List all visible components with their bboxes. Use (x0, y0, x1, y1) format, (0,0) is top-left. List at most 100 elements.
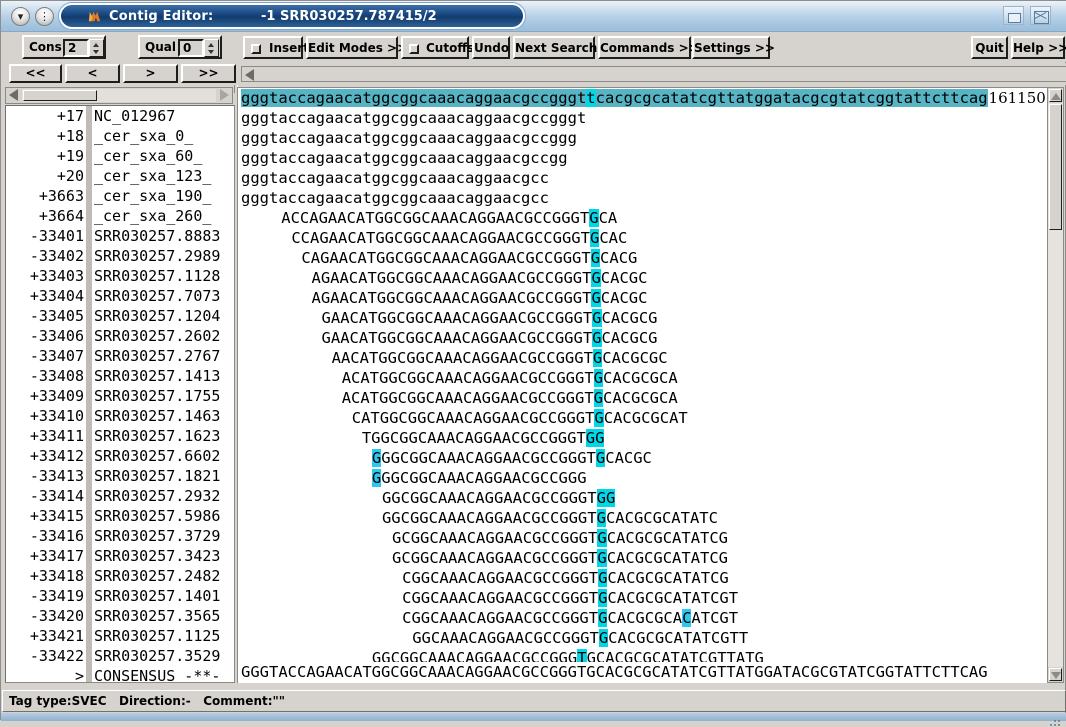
sequence-row[interactable]: gggtaccagaacatggcggcaaacaggaacgcc (238, 188, 549, 208)
consensus-sequence-row[interactable]: GGGTACCAGAACATGGCGGCAAACAGGAACGCCGGGTGCA… (238, 662, 1047, 682)
nav-first-button[interactable]: << (9, 64, 62, 83)
vscroll-up-arrow[interactable] (1049, 89, 1062, 102)
reading-name-row[interactable]: +19 _cer_sxa_60_ (6, 146, 234, 166)
reading-name-row[interactable]: -33402 SRR030257.2989 (6, 246, 234, 266)
qual-spin-arrows[interactable] (204, 39, 219, 57)
reading-name-row[interactable]: +17 NC_012967 (6, 106, 234, 126)
reading-name-row[interactable]: -33406 SRR030257.2602 (6, 326, 234, 346)
sequence-horizontal-scrollbar[interactable] (237, 63, 1066, 85)
sequence-segment: CACGC (600, 269, 648, 287)
sequence-row[interactable]: ACATGGCGGCAAACAGGAACGCCGGGTGCACGCGCA (238, 388, 678, 408)
reading-name-row[interactable]: -33416 SRR030257.3729 (6, 526, 234, 546)
sequence-alignment-panel[interactable]: 1610801610901611001611101611201611301611… (237, 87, 1047, 683)
consensus-cutoff-stepper[interactable]: Cons 2 (22, 35, 106, 59)
sequence-segment: CACGCGC (602, 349, 668, 367)
edit-modes-menu-button[interactable]: Edit Modes >> (306, 36, 407, 59)
quality-cutoff-stepper[interactable]: Qual 0 (138, 35, 222, 59)
sequence-row[interactable]: CGGCAAACAGGAACGCCGGGTGCACGCGCATATCGT (238, 588, 738, 608)
sequence-row[interactable]: AGAACATGGCGGCAAACAGGAACGCCGGGTGCACGC (238, 288, 647, 308)
vertical-scrollbar[interactable] (1047, 87, 1064, 683)
reading-name-row[interactable]: +33417 SRR030257.3423 (6, 546, 234, 566)
insert-checkbox[interactable] (251, 44, 261, 54)
nav-next-button[interactable]: > (123, 64, 178, 83)
sequence-row[interactable]: ACCAGAACATGGCGGCAAACAGGAACGCCGGGTGCA (238, 208, 617, 228)
reading-name-row[interactable]: +18 _cer_sxa_0_ (6, 126, 234, 146)
sequence-row[interactable]: GGGCGGCAAACAGGAACGCCGGGTGCACGC (238, 448, 652, 468)
reading-name-row[interactable]: +33404 SRR030257.7073 (6, 286, 234, 306)
sequence-scroll-left-icon[interactable] (245, 69, 254, 81)
undo-button[interactable]: Undo (472, 36, 510, 59)
sequence-row[interactable]: TGGCGGCAAACAGGAACGCCGGGTGG (238, 428, 605, 448)
next-search-button[interactable]: Next Search (513, 36, 597, 59)
cutoffs-checkbox[interactable] (409, 44, 419, 54)
hscroll-right-arrow[interactable] (217, 88, 232, 103)
sequence-row[interactable]: CGGCAAACAGGAACGCCGGGTGCACGCGCATATCG (238, 568, 729, 588)
resize-grip-icon[interactable] (1049, 718, 1063, 727)
hscroll-left-arrow[interactable] (6, 88, 21, 103)
quit-button[interactable]: Quit (971, 36, 1008, 59)
reading-name-row[interactable]: +33412 SRR030257.6602 (6, 446, 234, 466)
sequence-row[interactable]: CATGGCGGCAAACAGGAACGCCGGGTGCACGCGCAT (238, 408, 688, 428)
nav-prev-button[interactable]: < (65, 64, 120, 83)
reading-name-row[interactable]: -33401 SRR030257.8883 (6, 226, 234, 246)
sequence-row[interactable]: GAACATGGCGGCAAACAGGAACGCCGGGTGCACGCG (238, 308, 658, 328)
reading-name-row[interactable]: +33403 SRR030257.1128 (6, 266, 234, 286)
close-button[interactable] (1030, 6, 1051, 25)
hscroll-thumb[interactable] (23, 90, 97, 101)
window-menu-button[interactable]: ▾ (11, 7, 30, 26)
reading-name-row[interactable]: +33409 SRR030257.1755 (6, 386, 234, 406)
cons-spin-arrows[interactable] (89, 39, 104, 57)
reading-name-row[interactable]: +33421 SRR030257.1125 (6, 626, 234, 646)
reading-name-row[interactable]: -33419 SRR030257.1401 (6, 586, 234, 606)
sequence-row[interactable]: GGCAAACAGGAACGCCGGGTGCACGCGCATATCGTT (238, 628, 748, 648)
settings-menu-button[interactable]: Settings >> (692, 36, 775, 59)
vscroll-thumb[interactable] (1049, 104, 1062, 230)
sequence-row[interactable]: gggtaccagaacatggcggcaaacaggaacgccgggt (238, 108, 586, 128)
reading-name-row[interactable]: -33413 SRR030257.1821 (6, 466, 234, 486)
reading-name-row[interactable]: +20 _cer_sxa_123_ (6, 166, 234, 186)
sequence-row[interactable]: CCAGAACATGGCGGCAAACAGGAACGCCGGGTGCAC (238, 228, 627, 248)
reading-name-row[interactable]: +33410 SRR030257.1463 (6, 406, 234, 426)
reading-name-row[interactable]: -33414 SRR030257.2932 (6, 486, 234, 506)
vscroll-down-arrow[interactable] (1049, 668, 1062, 681)
cutoffs-toggle[interactable]: Cutoffs (401, 36, 474, 59)
sequence-row[interactable]: CAGAACATGGCGGCAAACAGGAACGCCGGGTGCACG (238, 248, 637, 268)
reading-name-row[interactable]: -33407 SRR030257.2767 (6, 346, 234, 366)
reading-name-row[interactable]: -33420 SRR030257.3565 (6, 606, 234, 626)
reading-names-panel[interactable]: +17 NC_012967 +18 _cer_sxa_0_ +19 _cer_sxa_60… (5, 105, 235, 683)
sequence-row[interactable]: gggtaccagaacatggcggcaaacaggaacgccgg (238, 148, 568, 168)
minimize-button[interactable] (1003, 6, 1024, 25)
sequence-row[interactable]: GGCGGCAAACAGGAACGCCGGGTGG (238, 488, 616, 508)
sequence-row[interactable]: gggtaccagaacatggcggcaaacaggaacgccgggttca… (238, 88, 988, 108)
reading-name-row[interactable]: -33405 SRR030257.1204 (6, 306, 234, 326)
consensus-name-row[interactable]: > CONSENSUS -**- (6, 666, 234, 682)
reading-name-row[interactable]: +33411 SRR030257.1623 (6, 426, 234, 446)
sequence-row[interactable]: GAACATGGCGGCAAACAGGAACGCCGGGTGCACGCG (238, 328, 658, 348)
cons-value[interactable]: 2 (63, 39, 89, 57)
quit-label: Quit (975, 41, 1004, 55)
sequence-row[interactable]: gggtaccagaacatggcggcaaacaggaacgcc (238, 168, 549, 188)
reading-name-row[interactable]: +3663 _cer_sxa_190_ (6, 186, 234, 206)
sequence-row[interactable]: AGAACATGGCGGCAAACAGGAACGCCGGGTGCACGC (238, 268, 647, 288)
reading-name-row[interactable]: -33408 SRR030257.1413 (6, 366, 234, 386)
sequence-row[interactable]: GGGCGGCAAACAGGAACGCCGGG (238, 468, 587, 488)
sequence-row[interactable]: GGCGGCAAACAGGAACGCCGGGTGCACGCGCATATC (238, 508, 718, 528)
qual-value[interactable]: 0 (178, 39, 204, 57)
reading-name-row[interactable]: +3664 _cer_sxa_260_ (6, 206, 234, 226)
reading-name-row[interactable]: -33422 SRR030257.3529 (6, 646, 234, 666)
sequence-row[interactable]: GCGGCAAACAGGAACGCCGGGTGCACGCGCATATCG (238, 528, 728, 548)
nav-last-button[interactable]: >> (181, 64, 236, 83)
reading-name-row[interactable]: +33418 SRR030257.2482 (6, 566, 234, 586)
sequence-row[interactable]: CGGCAAACAGGAACGCCGGGTGCACGCGCACATCGT (238, 608, 738, 628)
sequence-row[interactable]: gggtaccagaacatggcggcaaacaggaacgccggg (238, 128, 577, 148)
help-menu-button[interactable]: Help >> (1011, 36, 1066, 59)
sequence-row[interactable]: GCGGCAAACAGGAACGCCGGGTGCACGCGCATATCG (238, 548, 728, 568)
reading-name-row[interactable]: +33415 SRR030257.5986 (6, 506, 234, 526)
sequence-row[interactable]: AACATGGCGGCAAACAGGAACGCCGGGTGCACGCGC (238, 348, 668, 368)
commands-menu-button[interactable]: Commands >> (598, 36, 699, 59)
insert-toggle[interactable]: Insert (243, 36, 309, 59)
window-shade-button[interactable]: ⋮ (35, 7, 54, 26)
names-horizontal-scrollbar[interactable] (5, 87, 233, 104)
sequence-hscroll-trough[interactable] (241, 66, 1066, 82)
sequence-row[interactable]: ACATGGCGGCAAACAGGAACGCCGGGTGCACGCGCA (238, 368, 678, 388)
